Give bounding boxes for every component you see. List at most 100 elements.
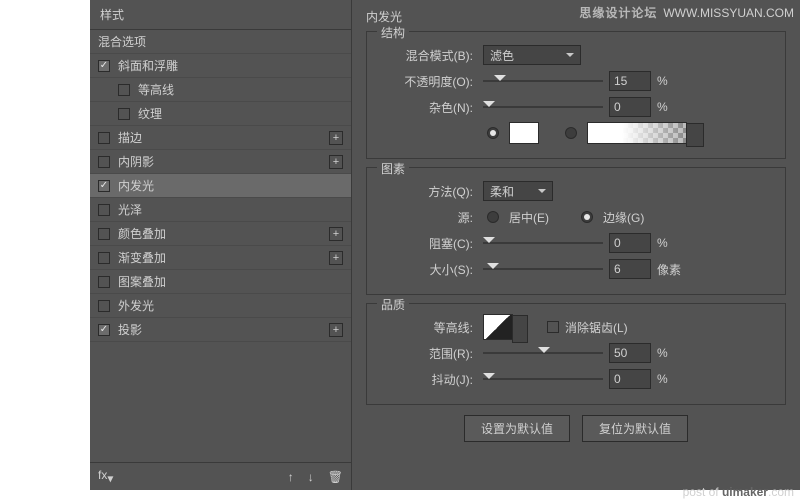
- style-label: 图案叠加: [118, 273, 343, 290]
- structure-group: 结构 混合模式(B): 滤色 不透明度(O): 15 % 杂色(N): 0 %: [366, 31, 786, 159]
- add-instance-icon[interactable]: +: [329, 251, 343, 265]
- fx-icon[interactable]: fx▾: [98, 468, 113, 485]
- style-label: 斜面和浮雕: [118, 57, 343, 74]
- group-legend: 品质: [377, 296, 409, 313]
- blend-mode-label: 混合模式(B):: [379, 47, 473, 64]
- style-label: 纹理: [138, 105, 343, 122]
- technique-label: 方法(Q):: [379, 183, 473, 200]
- style-row-8[interactable]: 渐变叠加+: [90, 246, 351, 270]
- range-slider[interactable]: [483, 346, 603, 360]
- color-swatch[interactable]: [509, 122, 539, 144]
- style-checkbox[interactable]: [98, 228, 110, 240]
- style-label: 外发光: [118, 297, 343, 314]
- watermark: 思缘设计论坛WWW.MISSYUAN.COM: [579, 4, 794, 21]
- style-row-1[interactable]: 等高线: [90, 78, 351, 102]
- style-row-9[interactable]: 图案叠加: [90, 270, 351, 294]
- opacity-label: 不透明度(O):: [379, 73, 473, 90]
- source-center-radio[interactable]: [487, 211, 499, 223]
- style-label: 光泽: [118, 201, 343, 218]
- range-unit: %: [657, 346, 683, 360]
- make-default-button[interactable]: 设置为默认值: [464, 415, 570, 442]
- style-label: 投影: [118, 321, 329, 338]
- antialias-label: 消除锯齿(L): [565, 319, 628, 336]
- style-row-2[interactable]: 纹理: [90, 102, 351, 126]
- add-instance-icon[interactable]: +: [329, 323, 343, 337]
- add-instance-icon[interactable]: +: [329, 131, 343, 145]
- choke-input[interactable]: 0: [609, 233, 651, 253]
- color-gradient-radio[interactable]: [565, 127, 577, 139]
- group-legend: 图素: [377, 160, 409, 177]
- styles-header: 样式: [90, 0, 351, 30]
- style-checkbox[interactable]: [98, 60, 110, 72]
- style-checkbox[interactable]: [118, 108, 130, 120]
- size-unit: 像素: [657, 261, 683, 278]
- contour-picker[interactable]: [483, 314, 513, 340]
- style-row-4[interactable]: 内阴影+: [90, 150, 351, 174]
- antialias-checkbox[interactable]: [547, 321, 559, 333]
- noise-label: 杂色(N):: [379, 99, 473, 116]
- technique-select[interactable]: 柔和: [483, 181, 553, 201]
- trash-icon[interactable]: 🗑: [328, 470, 343, 484]
- footer-credit: post of uimaker.com: [683, 485, 794, 499]
- style-label: 内发光: [118, 177, 343, 194]
- style-row-0[interactable]: 斜面和浮雕: [90, 54, 351, 78]
- style-label: 内阴影: [118, 153, 329, 170]
- style-row-5[interactable]: 内发光: [90, 174, 351, 198]
- style-checkbox[interactable]: [98, 300, 110, 312]
- noise-unit: %: [657, 100, 683, 114]
- jitter-slider[interactable]: [483, 372, 603, 386]
- style-label: 渐变叠加: [118, 249, 329, 266]
- add-instance-icon[interactable]: +: [329, 227, 343, 241]
- style-checkbox[interactable]: [98, 180, 110, 192]
- elements-group: 图素 方法(Q): 柔和 源: 居中(E) 边缘(G) 阻塞(C): 0 % 大…: [366, 167, 786, 295]
- arrow-down-icon[interactable]: ↓: [308, 470, 314, 484]
- choke-slider[interactable]: [483, 236, 603, 250]
- opacity-slider[interactable]: [483, 74, 603, 88]
- group-legend: 结构: [377, 24, 409, 41]
- styles-list-panel: 样式 混合选项 斜面和浮雕等高线纹理描边+内阴影+内发光光泽颜色叠加+渐变叠加+…: [90, 0, 352, 490]
- noise-input[interactable]: 0: [609, 97, 651, 117]
- arrow-up-icon[interactable]: ↑: [288, 470, 294, 484]
- style-row-3[interactable]: 描边+: [90, 126, 351, 150]
- style-row-11[interactable]: 投影+: [90, 318, 351, 342]
- reset-default-button[interactable]: 复位为默认值: [582, 415, 688, 442]
- style-row-6[interactable]: 光泽: [90, 198, 351, 222]
- range-input[interactable]: 50: [609, 343, 651, 363]
- source-label: 源:: [379, 209, 473, 226]
- style-checkbox[interactable]: [98, 132, 110, 144]
- opacity-unit: %: [657, 74, 683, 88]
- source-edge-radio[interactable]: [581, 211, 593, 223]
- blend-mode-select[interactable]: 滤色: [483, 45, 581, 65]
- style-checkbox[interactable]: [98, 156, 110, 168]
- style-checkbox[interactable]: [98, 252, 110, 264]
- style-checkbox[interactable]: [118, 84, 130, 96]
- size-slider[interactable]: [483, 262, 603, 276]
- gradient-picker[interactable]: [587, 122, 687, 144]
- quality-group: 品质 等高线: 消除锯齿(L) 范围(R): 50 % 抖动(J): 0 %: [366, 303, 786, 405]
- style-label: 等高线: [138, 81, 343, 98]
- jitter-unit: %: [657, 372, 683, 386]
- style-checkbox[interactable]: [98, 204, 110, 216]
- style-label: 描边: [118, 129, 329, 146]
- style-label: 颜色叠加: [118, 225, 329, 242]
- style-checkbox[interactable]: [98, 324, 110, 336]
- size-input[interactable]: 6: [609, 259, 651, 279]
- noise-slider[interactable]: [483, 100, 603, 114]
- source-center-label: 居中(E): [509, 209, 549, 226]
- layer-style-dialog: 样式 混合选项 斜面和浮雕等高线纹理描边+内阴影+内发光光泽颜色叠加+渐变叠加+…: [90, 0, 800, 490]
- choke-label: 阻塞(C):: [379, 235, 473, 252]
- choke-unit: %: [657, 236, 683, 250]
- style-row-7[interactable]: 颜色叠加+: [90, 222, 351, 246]
- effect-settings-panel: 内发光 结构 混合模式(B): 滤色 不透明度(O): 15 % 杂色(N): …: [352, 0, 800, 490]
- color-solid-radio[interactable]: [487, 127, 499, 139]
- style-checkbox[interactable]: [98, 276, 110, 288]
- jitter-label: 抖动(J):: [379, 371, 473, 388]
- add-instance-icon[interactable]: +: [329, 155, 343, 169]
- opacity-input[interactable]: 15: [609, 71, 651, 91]
- size-label: 大小(S):: [379, 261, 473, 278]
- jitter-input[interactable]: 0: [609, 369, 651, 389]
- blending-options-row[interactable]: 混合选项: [90, 30, 351, 54]
- list-footer-bar: fx▾ ↑ ↓ 🗑: [90, 462, 351, 490]
- range-label: 范围(R):: [379, 345, 473, 362]
- style-row-10[interactable]: 外发光: [90, 294, 351, 318]
